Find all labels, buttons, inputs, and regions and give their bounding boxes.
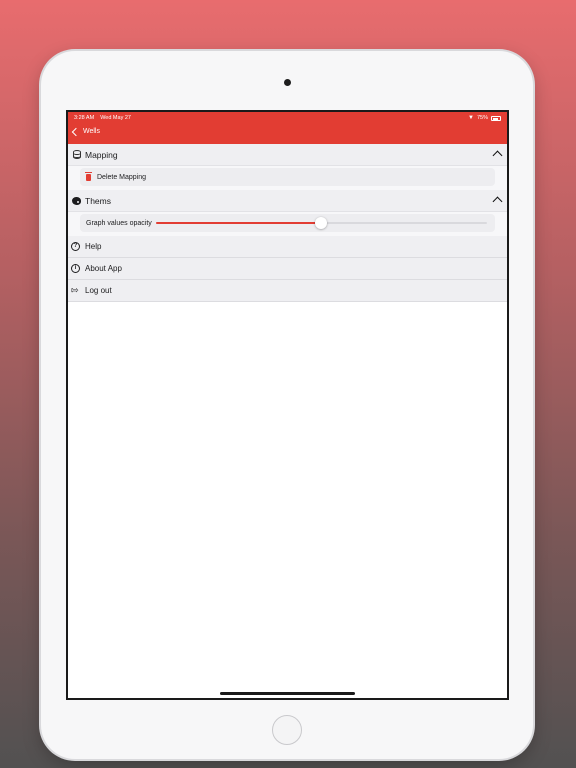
chevron-up-icon[interactable] bbox=[492, 196, 503, 207]
delete-mapping-button[interactable]: Delete Mapping bbox=[80, 168, 495, 186]
menu-item-about[interactable]: i About App bbox=[68, 258, 507, 280]
menu-item-logout[interactable]: ⇰ Log out bbox=[68, 280, 507, 302]
home-indicator bbox=[220, 692, 355, 695]
home-button[interactable] bbox=[272, 715, 302, 745]
menu-item-help[interactable]: ? Help bbox=[68, 236, 507, 258]
opacity-slider-thumb[interactable] bbox=[315, 217, 328, 229]
section-mapping-content: Delete Mapping bbox=[68, 166, 507, 190]
status-time: 3:28 AM bbox=[74, 115, 95, 121]
ipad-device-frame: 3:28 AM Wed May 27 ▼ 75% Wells Mapping D… bbox=[41, 51, 533, 759]
trash-icon bbox=[85, 172, 92, 181]
opacity-slider-fill bbox=[155, 222, 322, 224]
opacity-label: Graph values opacity bbox=[86, 219, 152, 227]
status-date: Wed May 27 bbox=[100, 115, 131, 121]
app-header: 3:28 AM Wed May 27 ▼ 75% Wells bbox=[68, 112, 507, 144]
delete-mapping-label: Delete Mapping bbox=[97, 173, 147, 181]
logout-icon: ⇰ bbox=[71, 285, 79, 295]
battery-icon bbox=[491, 116, 501, 121]
opacity-slider-row: Graph values opacity bbox=[80, 214, 495, 232]
chevron-left-icon bbox=[71, 127, 81, 136]
database-icon bbox=[73, 150, 81, 159]
info-circle-icon: i bbox=[71, 264, 80, 273]
section-thems-header[interactable]: Thems bbox=[68, 190, 507, 212]
chevron-up-icon[interactable] bbox=[492, 150, 503, 161]
camera-dot bbox=[284, 79, 291, 86]
status-bar: 3:28 AM Wed May 27 ▼ 75% bbox=[74, 114, 501, 123]
back-label: Wells bbox=[83, 128, 100, 135]
section-thems-title: Thems bbox=[85, 195, 111, 206]
wifi-icon: ▼ bbox=[468, 115, 474, 121]
section-mapping-header[interactable]: Mapping bbox=[68, 144, 507, 166]
app-screen: 3:28 AM Wed May 27 ▼ 75% Wells Mapping D… bbox=[66, 110, 509, 700]
menu-about-label: About App bbox=[85, 264, 122, 273]
opacity-slider[interactable] bbox=[155, 217, 487, 229]
palette-icon bbox=[72, 196, 81, 205]
menu-help-label: Help bbox=[85, 242, 102, 251]
question-circle-icon: ? bbox=[71, 242, 80, 251]
battery-percent: 75% bbox=[476, 115, 488, 121]
section-thems-content: Graph values opacity bbox=[68, 212, 507, 236]
back-button[interactable]: Wells bbox=[71, 127, 100, 136]
menu-logout-label: Log out bbox=[85, 286, 112, 295]
section-mapping-title: Mapping bbox=[85, 149, 118, 160]
